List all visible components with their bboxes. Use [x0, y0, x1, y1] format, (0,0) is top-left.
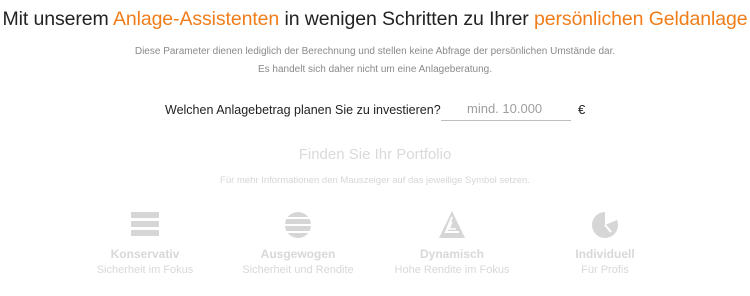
amount-input[interactable]	[441, 97, 571, 121]
option-konservativ[interactable]: Konservativ Sicherheit im Fokus	[70, 210, 220, 276]
headline-text-1: Mit unserem	[2, 8, 113, 30]
striped-globe-icon	[283, 210, 313, 240]
headline-text-2: in wenigen Schritten zu Ihrer	[279, 8, 535, 30]
option-individuell[interactable]: Individuell Für Profis	[530, 210, 680, 276]
amount-question-label: Welchen Anlagebetrag planen Sie zu inves…	[165, 103, 441, 117]
option-name: Individuell	[575, 247, 635, 261]
option-ausgewogen[interactable]: Ausgewogen Sicherheit und Rendite	[223, 210, 373, 276]
notice-line-1: Diese Parameter dienen lediglich der Ber…	[134, 46, 616, 57]
notice-line-2: Es handelt sich daher nicht um eine Anla…	[257, 64, 493, 75]
option-name: Ausgewogen	[260, 247, 336, 261]
portfolio-section-title: Finden Sie Ihr Portfolio	[298, 146, 452, 163]
option-description: Sicherheit und Rendite	[242, 264, 354, 276]
option-description: Hohe Rendite im Fokus	[394, 264, 510, 276]
option-description: Sicherheit im Fokus	[96, 264, 194, 276]
option-name: Dynamisch	[419, 247, 485, 261]
currency-symbol: €	[578, 102, 586, 117]
option-dynamisch[interactable]: Dynamisch Hohe Rendite im Fokus	[377, 210, 527, 276]
pie-icon	[590, 210, 620, 240]
triangle-icon	[437, 210, 467, 240]
investment-assistant: Mit unserem Anlage-Assistenten in wenige…	[0, 0, 750, 296]
option-description: Für Profis	[581, 264, 629, 276]
page-headline: Mit unserem Anlage-Assistenten in wenige…	[0, 8, 750, 31]
portfolio-section-hint: Für mehr Informationen den Mauszeiger au…	[220, 175, 530, 186]
stacked-bars-icon	[130, 210, 160, 240]
headline-accent-assistant: Anlage-Assistenten	[112, 8, 280, 30]
headline-accent-investment: persönlichen Geldanlage	[534, 8, 748, 30]
option-name: Konservativ	[110, 247, 180, 261]
